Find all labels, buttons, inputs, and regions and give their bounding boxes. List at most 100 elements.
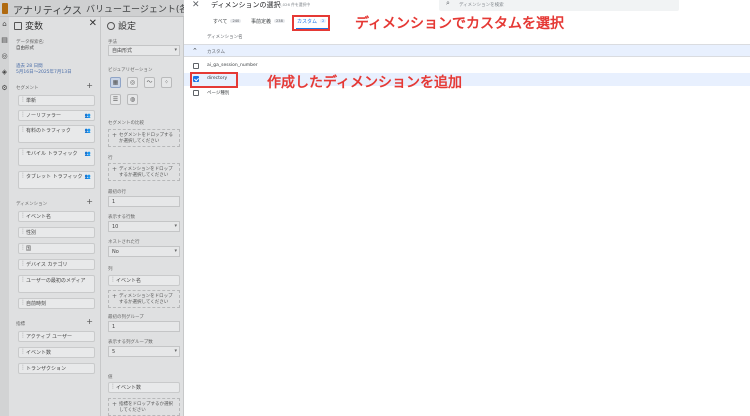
segment-chip[interactable]: 有料のトラフィック 👥 (18, 125, 95, 143)
segment-compare-label: セグメントの比較 (108, 121, 144, 126)
analytics-logo-icon (2, 3, 8, 14)
segment-chip-label: モバイル トラフィック (26, 151, 78, 157)
advertising-icon[interactable]: ◈ (1, 69, 8, 76)
start-col-input[interactable]: 1 (108, 321, 180, 332)
dimension-chip[interactable]: 自前時刻 (18, 298, 95, 309)
dimension-chip[interactable]: ユーザーの最初のメディア (18, 275, 95, 293)
geo-icon[interactable]: ◍ (127, 94, 138, 105)
table-icon[interactable]: ▦ (110, 77, 121, 88)
dimension-search[interactable]: ⌕ (439, 0, 679, 11)
custom-group-header[interactable]: ⌃ カスタム (184, 44, 750, 57)
nav-rail: ⌂ ▤ ◎ ◈ ⚙ (0, 17, 9, 416)
technique-select[interactable]: 自由形式 (108, 45, 180, 56)
dimension-chip[interactable]: 性別 (18, 227, 95, 238)
variables-icon (14, 22, 22, 30)
people-icon: 👥 (84, 128, 91, 134)
column-header: ディメンション名 (207, 35, 243, 40)
tab-predefined[interactable]: 事前定義 238 (251, 18, 285, 25)
show-col-select[interactable]: 5 (108, 346, 180, 357)
value-chip[interactable]: イベント数 (108, 382, 180, 393)
app-topbar: アナリティクス バリューエージェント(各種… (0, 0, 206, 17)
show-rows-label: 表示する行数 (108, 215, 135, 220)
bar-icon[interactable]: ☰ (110, 94, 121, 105)
annotation-box-row (190, 72, 238, 88)
settings-title: 設定 (118, 22, 137, 32)
segment-chip[interactable]: ノーリファラー 👥 (18, 110, 95, 121)
segment-chip[interactable]: モバイル トラフィック 👥 (18, 148, 95, 166)
start-row-input[interactable]: 1 (108, 196, 180, 207)
segment-chip-label: ノーリファラー (26, 113, 62, 119)
home-icon[interactable]: ⌂ (1, 21, 8, 28)
row-checkbox[interactable] (193, 63, 199, 69)
nested-rows-label: ネストされた行 (108, 240, 140, 245)
dimension-search-input[interactable] (459, 1, 669, 9)
tab-count-badge: 240 (230, 19, 242, 23)
tab-count-badge: 238 (274, 19, 285, 23)
dialog-subtitle: 7,026 件を選択中 (279, 2, 311, 7)
add-metric-icon[interactable]: + (86, 317, 93, 326)
dialog-title: ディメンションの選択 (211, 1, 281, 9)
nested-rows-select[interactable]: No (108, 246, 180, 257)
donut-icon[interactable]: ◎ (127, 77, 138, 88)
tab-label: すべて (213, 19, 228, 25)
group-label: カスタム (207, 50, 225, 55)
variables-header: 変数 (14, 19, 43, 32)
scatter-icon[interactable]: ⁘ (161, 77, 172, 88)
settings-header: 設定 (107, 19, 136, 32)
dimension-chip[interactable]: デバイス カテゴリ (18, 259, 95, 270)
segment-chip[interactable]: タブレット トラフィック👥 (18, 171, 95, 189)
start-col-label: 最初の列グループ (108, 315, 144, 320)
chevron-up-icon: ⌃ (192, 47, 198, 55)
dimension-chip[interactable]: イベント名 (18, 211, 95, 222)
metric-chip[interactable]: アクティブ ユーザー (18, 331, 95, 342)
dimension-chip[interactable]: 国 (18, 243, 95, 254)
column-dimension-drop-zone[interactable]: ディメンションをドロップするか選択してください (108, 290, 180, 308)
values-label: 値 (108, 375, 113, 380)
configure-icon[interactable]: ⚙ (1, 85, 8, 92)
dimension-picker-dialog: ✕ ディメンションの選択 7,026 件を選択中 ⌕ すべて240 事前定義23… (184, 0, 750, 416)
search-icon: ⌕ (446, 0, 450, 7)
metric-chip[interactable]: イベント数 (18, 347, 95, 358)
variables-panel: 変数 ✕ データ探索名: 自由形式 過去 28 日間 5月16日～2025年7月… (9, 17, 101, 416)
visualization-label: ビジュアリゼーション (108, 68, 153, 73)
add-segment-icon[interactable]: + (86, 81, 93, 90)
reports-icon[interactable]: ▤ (1, 37, 8, 44)
people-icon: 👥 (84, 151, 91, 157)
tab-label: 事前定義 (251, 19, 272, 25)
show-col-label: 表示する列グループ数 (108, 340, 153, 345)
column-chip[interactable]: イベント名 (108, 275, 180, 286)
dimension-name: ページ種別 (207, 91, 230, 96)
metrics-heading: 指標 (16, 322, 25, 327)
people-icon: 👥 (84, 174, 91, 180)
row-dimension-drop-zone[interactable]: ディメンションをドロップするか選択してください (108, 163, 180, 181)
settings-icon (107, 22, 115, 30)
line-icon[interactable]: 〜 (144, 77, 155, 88)
settings-panel: 設定 手法 自由形式 ビジュアリゼーション ▦ ◎ 〜 ⁘ ☰ ◍ セグメントの… (101, 17, 184, 416)
close-dialog-icon[interactable]: ✕ (192, 0, 200, 10)
explore-icon[interactable]: ◎ (1, 53, 8, 60)
dimensions-heading: ディメンション (16, 202, 48, 207)
annotation-row-note: 作成したディメンションを追加 (267, 75, 463, 91)
add-dimension-icon[interactable]: + (86, 197, 93, 206)
segment-chip[interactable]: 単新 (18, 95, 95, 106)
segment-drop-zone[interactable]: セグメントをドロップするか選択してください (108, 129, 180, 147)
segment-chip-label: 有料のトラフィック (26, 128, 71, 134)
dimension-name: ai_ga_session_number (207, 63, 258, 68)
rows-label: 行 (108, 156, 113, 161)
show-rows-select[interactable]: 10 (108, 221, 180, 232)
metric-drop-zone[interactable]: 指標をドロップするか選択してください (108, 398, 180, 416)
metric-chip[interactable]: トランザクション (18, 363, 95, 374)
exploration-name[interactable]: 自由形式 (16, 45, 34, 51)
row-checkbox[interactable] (193, 90, 199, 96)
start-row-label: 最初の行 (108, 190, 126, 195)
date-range-value[interactable]: 5月16日～2025年7月13日 (16, 69, 72, 75)
tab-all[interactable]: すべて 240 (213, 18, 242, 25)
app-name: アナリティクス (13, 6, 82, 17)
people-icon: 👥 (84, 113, 91, 119)
variables-title: 変数 (25, 22, 44, 32)
close-icon[interactable]: ✕ (89, 18, 97, 29)
columns-label: 列 (108, 267, 113, 272)
segment-chip-label: タブレット トラフィック (26, 174, 83, 180)
annotation-tab-note: ディメンションでカスタムを選択 (355, 16, 565, 32)
annotation-box-tab (292, 15, 330, 31)
